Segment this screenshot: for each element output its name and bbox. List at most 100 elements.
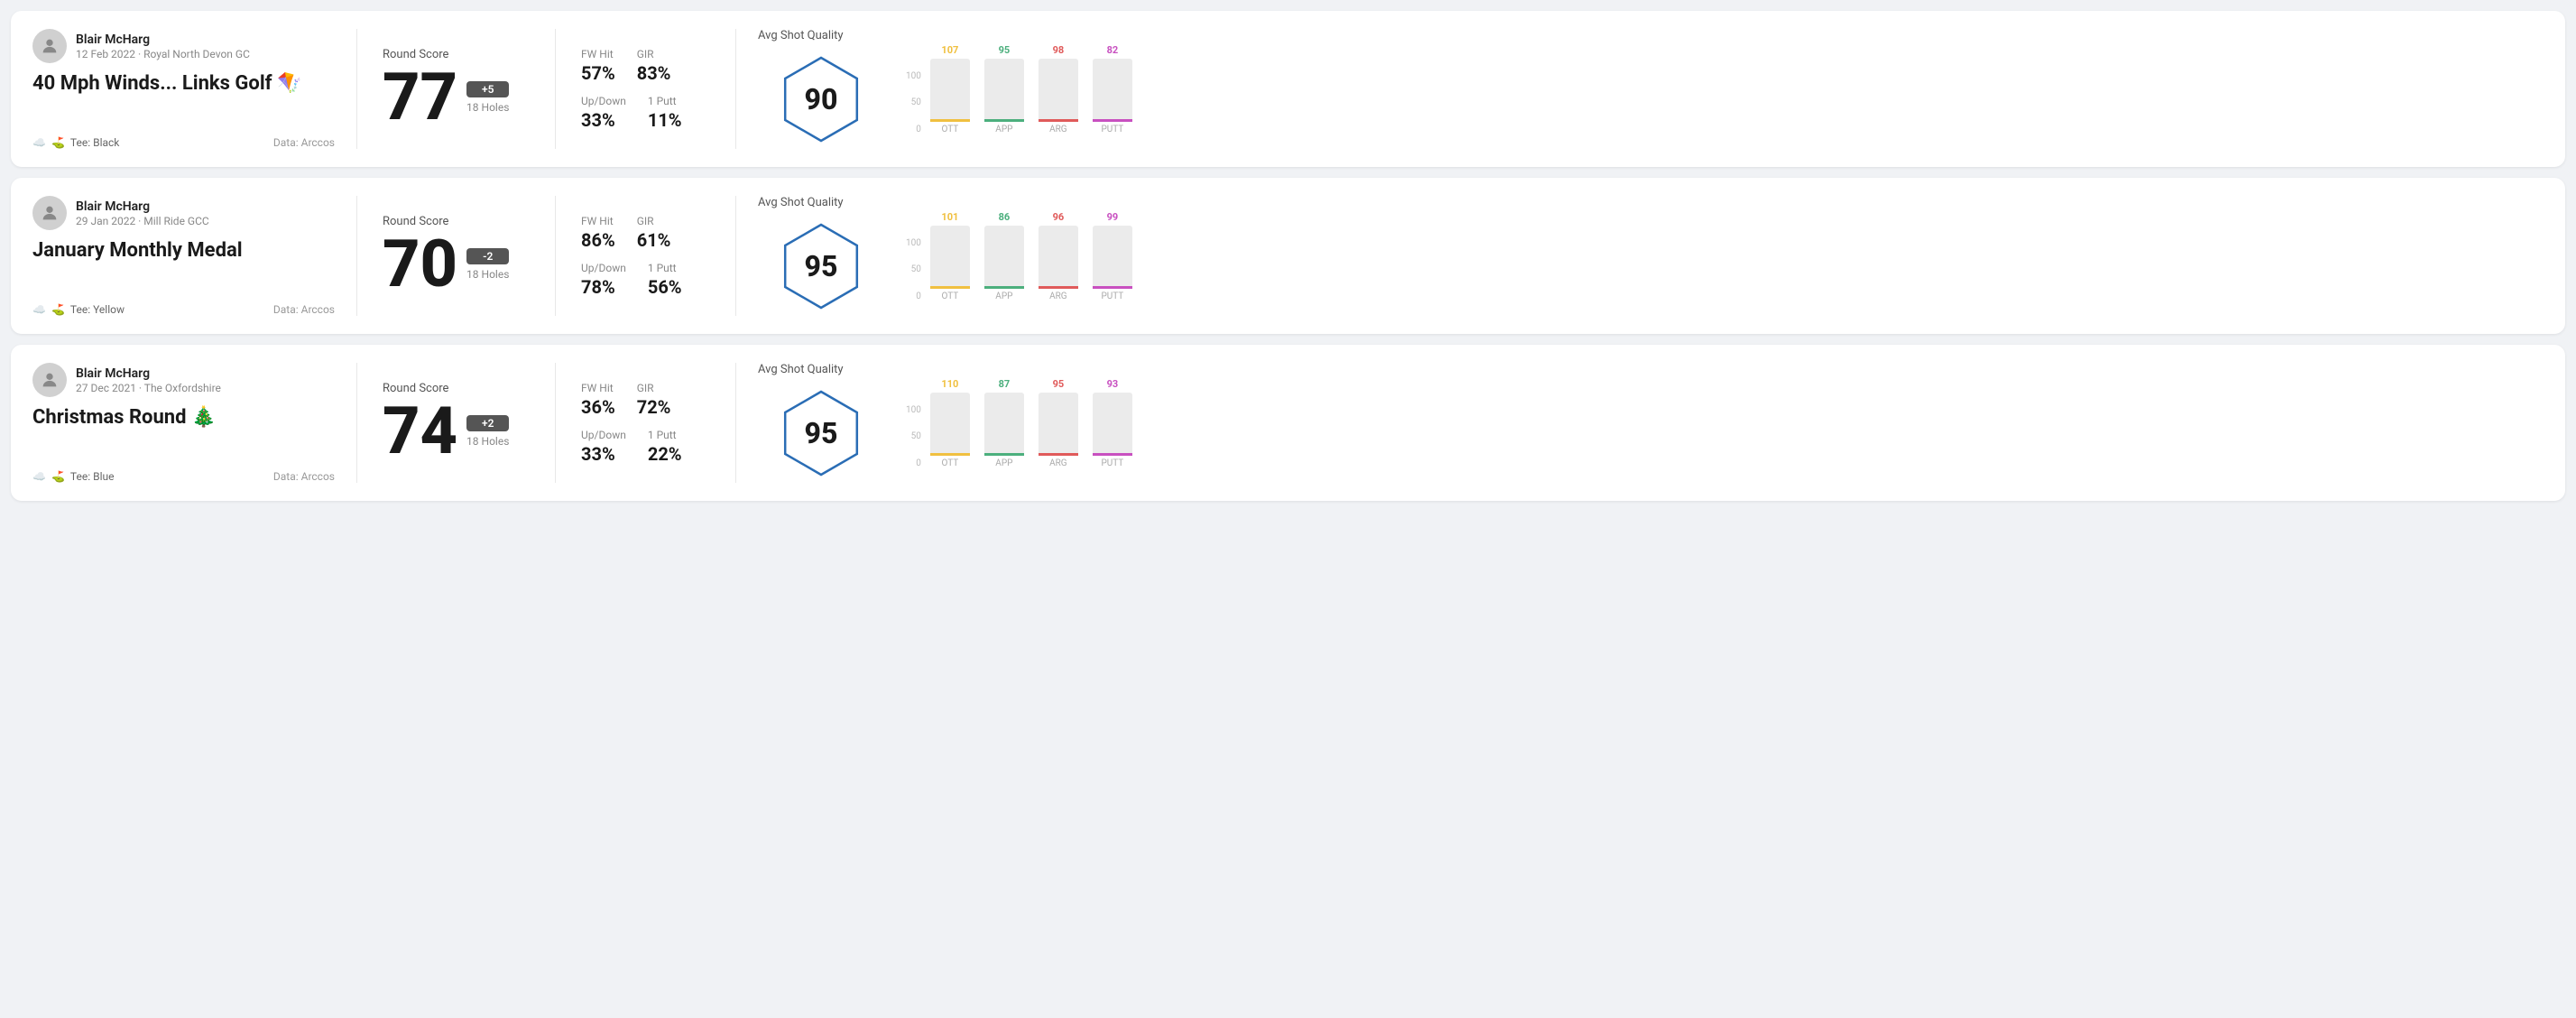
avatar [32, 196, 67, 230]
round-left-round3: Blair McHarg 27 Dec 2021 · The Oxfordshi… [32, 363, 357, 483]
updown-value: 78% [581, 276, 626, 298]
tee-info: ☁️ ⛳ Tee: Yellow [32, 303, 125, 316]
round-left-round2: Blair McHarg 29 Jan 2022 · Mill Ride GCC… [32, 196, 357, 316]
gir-value: 61% [637, 229, 671, 251]
holes-label: 18 Holes [466, 435, 509, 448]
round-left-round1: Blair McHarg 12 Feb 2022 · Royal North D… [32, 29, 357, 149]
user-info: Blair McHarg 27 Dec 2021 · The Oxfordshi… [32, 363, 335, 397]
data-source: Data: Arccos [273, 136, 335, 149]
fw-hit-stat: FW Hit 86% [581, 215, 615, 251]
stats-row-top: FW Hit 36% GIR 72% [581, 382, 710, 418]
fw-hit-stat: FW Hit 57% [581, 48, 615, 84]
score-number: 70 [383, 232, 457, 297]
quality-label: Avg Shot Quality [758, 29, 844, 42]
score-badge: -2 [466, 248, 509, 264]
fw-hit-value: 57% [581, 62, 615, 84]
gir-label: GIR [637, 382, 671, 394]
round-card-round1: Blair McHarg 12 Feb 2022 · Royal North D… [11, 11, 2565, 167]
flag-icon: ⛳ [51, 470, 65, 483]
round-card-round3: Blair McHarg 27 Dec 2021 · The Oxfordshi… [11, 345, 2565, 501]
user-icon [40, 370, 60, 390]
stats-section: FW Hit 57% GIR 83% Up/Down 33% 1 Putt 11… [556, 29, 736, 149]
bar-col-putt: 99 PUTT [1085, 211, 1140, 301]
user-icon [40, 36, 60, 56]
user-name: Blair McHarg [76, 32, 250, 47]
cloud-icon: ☁️ [32, 303, 46, 316]
quality-left: Avg Shot Quality 95 [758, 363, 884, 483]
updown-label: Up/Down [581, 429, 626, 441]
holes-label: 18 Holes [466, 101, 509, 114]
tee-label: Tee: Yellow [70, 303, 125, 316]
bar-chart: 100500 107 OTT 95 APP 98 ARG [906, 44, 2522, 134]
tee-label: Tee: Black [70, 136, 119, 149]
footer-info: ☁️ ⛳ Tee: Black Data: Arccos [32, 136, 335, 149]
stats-row-top: FW Hit 57% GIR 83% [581, 48, 710, 84]
fw-hit-value: 36% [581, 396, 615, 418]
gir-value: 72% [637, 396, 671, 418]
bar-col-ott: 101 OTT [923, 211, 977, 301]
stats-section: FW Hit 36% GIR 72% Up/Down 33% 1 Putt 22… [556, 363, 736, 483]
one-putt-stat: 1 Putt 56% [648, 262, 682, 298]
data-source: Data: Arccos [273, 303, 335, 316]
user-info: Blair McHarg 12 Feb 2022 · Royal North D… [32, 29, 335, 63]
avatar [32, 363, 67, 397]
bar-col-arg: 98 ARG [1031, 44, 1085, 134]
stats-row-bottom: Up/Down 33% 1 Putt 11% [581, 95, 710, 131]
quality-label: Avg Shot Quality [758, 196, 844, 209]
quality-left: Avg Shot Quality 90 [758, 29, 884, 149]
round-title: Christmas Round 🎄 [32, 406, 335, 430]
gir-label: GIR [637, 215, 671, 227]
quality-left: Avg Shot Quality 95 [758, 196, 884, 316]
quality-section: Avg Shot Quality 90 100500 107 OTT 95 [736, 29, 2544, 149]
score-row: 70 -2 18 Holes [383, 232, 530, 297]
updown-label: Up/Down [581, 95, 626, 107]
gir-value: 83% [637, 62, 671, 84]
updown-value: 33% [581, 109, 626, 131]
footer-info: ☁️ ⛳ Tee: Blue Data: Arccos [32, 470, 335, 483]
bar-col-putt: 93 PUTT [1085, 378, 1140, 468]
bar-col-arg: 96 ARG [1031, 211, 1085, 301]
one-putt-label: 1 Putt [648, 429, 682, 441]
bar-col-ott: 107 OTT [923, 44, 977, 134]
fw-hit-label: FW Hit [581, 215, 615, 227]
user-info: Blair McHarg 29 Jan 2022 · Mill Ride GCC [32, 196, 335, 230]
updown-label: Up/Down [581, 262, 626, 274]
user-name: Blair McHarg [76, 366, 221, 381]
bar-col-app: 86 APP [977, 211, 1031, 301]
bar-chart: 100500 101 OTT 86 APP 96 ARG [906, 211, 2522, 301]
stats-section: FW Hit 86% GIR 61% Up/Down 78% 1 Putt 56… [556, 196, 736, 316]
quality-section: Avg Shot Quality 95 100500 110 OTT 87 [736, 363, 2544, 483]
hex-container: 90 [776, 50, 866, 149]
one-putt-stat: 1 Putt 11% [648, 95, 682, 131]
stats-row-bottom: Up/Down 78% 1 Putt 56% [581, 262, 710, 298]
stats-row-top: FW Hit 86% GIR 61% [581, 215, 710, 251]
score-badge: +5 [466, 81, 509, 97]
score-row: 77 +5 18 Holes [383, 65, 530, 130]
flag-icon: ⛳ [51, 136, 65, 149]
tee-info: ☁️ ⛳ Tee: Blue [32, 470, 114, 483]
fw-hit-label: FW Hit [581, 382, 615, 394]
score-section: Round Score 77 +5 18 Holes [357, 29, 556, 149]
user-icon [40, 203, 60, 223]
one-putt-label: 1 Putt [648, 262, 682, 274]
holes-label: 18 Holes [466, 268, 509, 281]
quality-label: Avg Shot Quality [758, 363, 844, 376]
hex-container: 95 [776, 217, 866, 316]
fw-hit-stat: FW Hit 36% [581, 382, 615, 418]
user-date: 27 Dec 2021 · The Oxfordshire [76, 382, 221, 394]
avatar [32, 29, 67, 63]
user-name: Blair McHarg [76, 199, 209, 214]
gir-stat: GIR 83% [637, 48, 671, 84]
bar-col-putt: 82 PUTT [1085, 44, 1140, 134]
one-putt-stat: 1 Putt 22% [648, 429, 682, 465]
score-row: 74 +2 18 Holes [383, 399, 530, 464]
round-card-round2: Blair McHarg 29 Jan 2022 · Mill Ride GCC… [11, 178, 2565, 334]
updown-value: 33% [581, 443, 626, 465]
score-section: Round Score 70 -2 18 Holes [357, 196, 556, 316]
flag-icon: ⛳ [51, 303, 65, 316]
one-putt-value: 56% [648, 276, 682, 298]
updown-stat: Up/Down 33% [581, 429, 626, 465]
bar-col-app: 87 APP [977, 378, 1031, 468]
one-putt-label: 1 Putt [648, 95, 682, 107]
updown-stat: Up/Down 33% [581, 95, 626, 131]
